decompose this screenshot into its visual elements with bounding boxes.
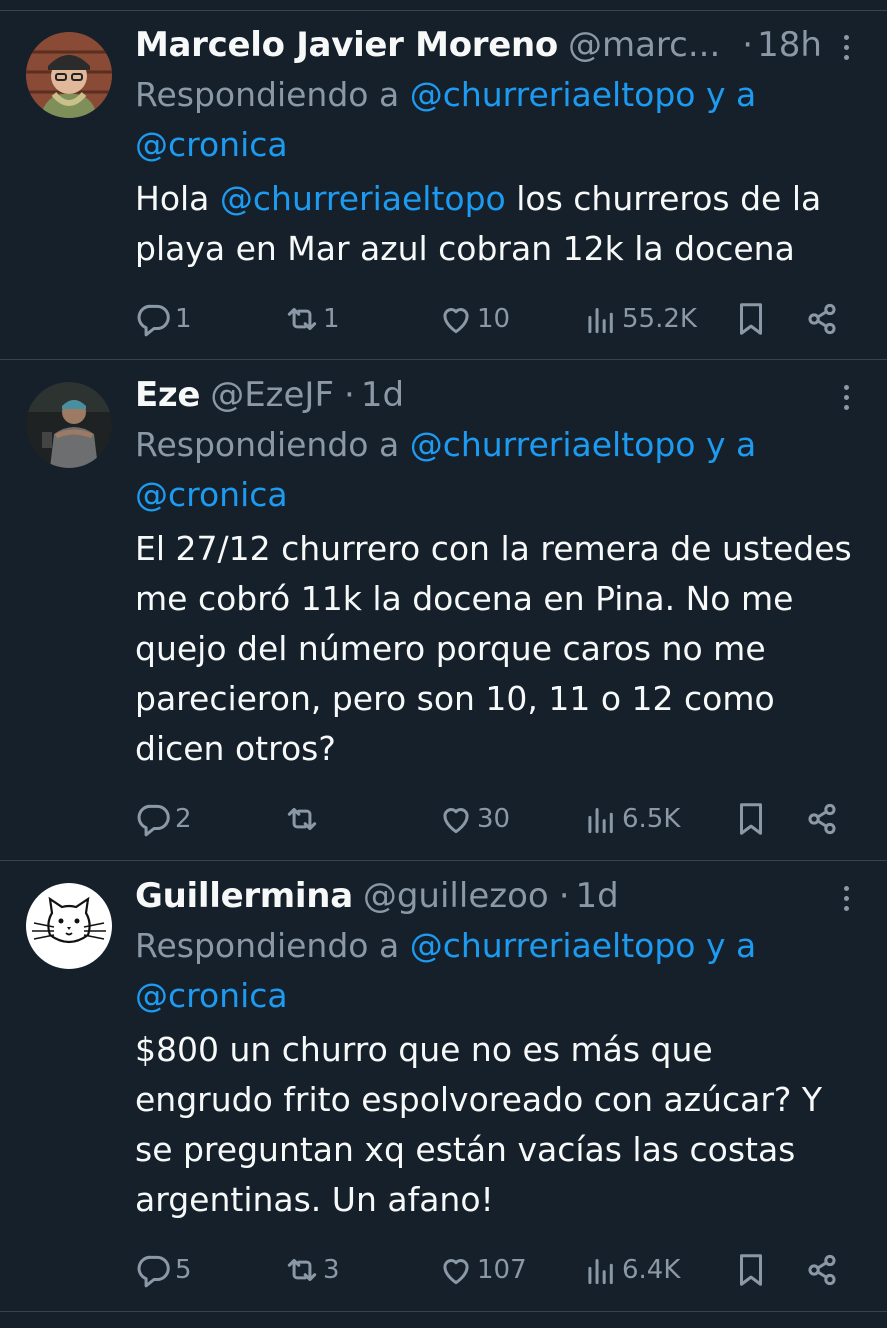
bookmark-button[interactable] [732, 299, 770, 339]
separator: · [742, 25, 754, 65]
reply-button[interactable]: 1 [135, 299, 192, 339]
like-icon [443, 308, 469, 334]
reply-icon [137, 304, 170, 337]
views-button[interactable]: 55.2K [582, 299, 697, 339]
tweet-actions: 1 1 10 55.2K [135, 299, 855, 339]
views-count: 6.4K [622, 1255, 681, 1285]
like-count: 30 [477, 804, 511, 834]
tweet-text: El 27/12 churrero con la remera de usted… [135, 524, 859, 774]
replying-to: Respondiendo a @churreriaeltopo y a @cro… [135, 921, 859, 1021]
text-body: $800 un churro que no es más que engrudo… [135, 1030, 823, 1219]
reply-mention-link[interactable]: @cronica [135, 475, 288, 514]
retweet-button[interactable]: 3 [283, 1250, 340, 1290]
retweet-icon [287, 1258, 317, 1282]
retweet-count: 1 [323, 304, 340, 334]
bookmark-button[interactable] [732, 799, 770, 839]
user-handle[interactable]: @marc... [568, 24, 720, 66]
text-prefix: Hola [135, 179, 210, 218]
reply-join[interactable]: y a [706, 75, 756, 114]
reply-mention-link[interactable]: @cronica [135, 976, 288, 1015]
views-button[interactable]: 6.5K [582, 799, 680, 839]
tweet-header: Marcelo Javier Moreno @marc... · 18h [135, 24, 859, 68]
like-icon [443, 808, 469, 834]
reply-button[interactable]: 2 [135, 799, 192, 839]
replying-to: Respondiendo a @churreriaeltopo y a @cro… [135, 420, 859, 520]
display-name[interactable]: Eze [135, 374, 200, 416]
like-button[interactable]: 107 [437, 1250, 527, 1290]
reply-mention-link[interactable]: @cronica [135, 125, 288, 164]
more-icon[interactable] [833, 380, 859, 414]
bookmark-button[interactable] [732, 1250, 770, 1290]
display-name[interactable]: Marcelo Javier Moreno [135, 24, 558, 66]
retweet-icon [287, 307, 317, 331]
views-button[interactable]: 6.4K [582, 1250, 680, 1290]
reply-join[interactable]: y a [706, 425, 756, 464]
like-count: 107 [477, 1255, 527, 1285]
tweet-divider [0, 359, 887, 360]
views-icon [588, 807, 613, 834]
reply-join[interactable]: y a [706, 926, 756, 965]
user-handle[interactable]: @EzeJF [210, 374, 334, 416]
like-button[interactable]: 10 [437, 299, 510, 339]
tweet-text: $800 un churro que no es más que engrudo… [135, 1025, 859, 1225]
retweet-count: 3 [323, 1255, 340, 1285]
timestamp[interactable]: 1d [576, 875, 619, 917]
tweet-divider [0, 1311, 887, 1312]
tweet-actions: 5 3 107 6.4K [135, 1250, 855, 1290]
views-icon [588, 1258, 613, 1285]
share-icon [808, 803, 836, 835]
display-name[interactable]: Guillermina [135, 875, 353, 917]
tweet-divider [0, 860, 887, 861]
reply-mention-link[interactable]: @churreriaeltopo [410, 75, 696, 114]
reply-prefix: Respondiendo a [135, 425, 400, 464]
reply-count: 2 [175, 804, 192, 834]
bookmark-icon [739, 803, 763, 835]
timestamp[interactable]: 1d [361, 374, 404, 416]
reply-mention-link[interactable]: @churreriaeltopo [410, 926, 696, 965]
tweet-header: Eze @EzeJF · 1d [135, 374, 859, 418]
share-icon [808, 303, 836, 335]
reply-mention-link[interactable]: @churreriaeltopo [410, 425, 696, 464]
reply-prefix: Respondiendo a [135, 926, 400, 965]
replying-to: Respondiendo a @churreriaeltopo y a @cro… [135, 70, 859, 170]
reply-icon [137, 804, 170, 837]
more-icon[interactable] [833, 881, 859, 915]
reply-prefix: Respondiendo a [135, 75, 400, 114]
top-divider [0, 10, 887, 11]
timestamp[interactable]: 18h [757, 24, 822, 66]
bookmark-icon [739, 303, 763, 335]
share-button[interactable] [803, 1250, 841, 1290]
like-count: 10 [477, 304, 511, 334]
avatar[interactable] [26, 382, 112, 468]
share-button[interactable] [803, 299, 841, 339]
separator: · [558, 876, 570, 916]
text-body: El 27/12 churrero con la remera de usted… [135, 529, 852, 768]
more-icon[interactable] [833, 30, 859, 64]
like-icon [443, 1259, 469, 1285]
views-count: 55.2K [622, 304, 697, 334]
retweet-button[interactable]: 1 [283, 299, 340, 339]
reply-count: 5 [175, 1255, 192, 1285]
share-button[interactable] [803, 799, 841, 839]
separator: · [344, 375, 355, 415]
tweet-actions: 2 30 6.5K [135, 799, 855, 839]
retweet-icon [287, 807, 317, 831]
views-count: 6.5K [622, 804, 681, 834]
text-mention-link[interactable]: @churreriaeltopo [220, 179, 506, 218]
reply-icon [137, 1255, 170, 1288]
bookmark-icon [739, 1254, 763, 1286]
views-icon [588, 307, 613, 334]
tweet-text: Hola @churreriaeltopo los churreros de l… [135, 174, 859, 274]
user-handle[interactable]: @guillezoo [363, 875, 549, 917]
share-icon [808, 1254, 836, 1286]
avatar[interactable] [26, 32, 112, 118]
like-button[interactable]: 30 [437, 799, 510, 839]
reply-button[interactable]: 5 [135, 1250, 192, 1290]
reply-count: 1 [175, 304, 192, 334]
tweet-header: Guillermina @guillezoo · 1d [135, 875, 859, 919]
retweet-button[interactable] [283, 799, 323, 839]
avatar[interactable] [26, 883, 112, 969]
